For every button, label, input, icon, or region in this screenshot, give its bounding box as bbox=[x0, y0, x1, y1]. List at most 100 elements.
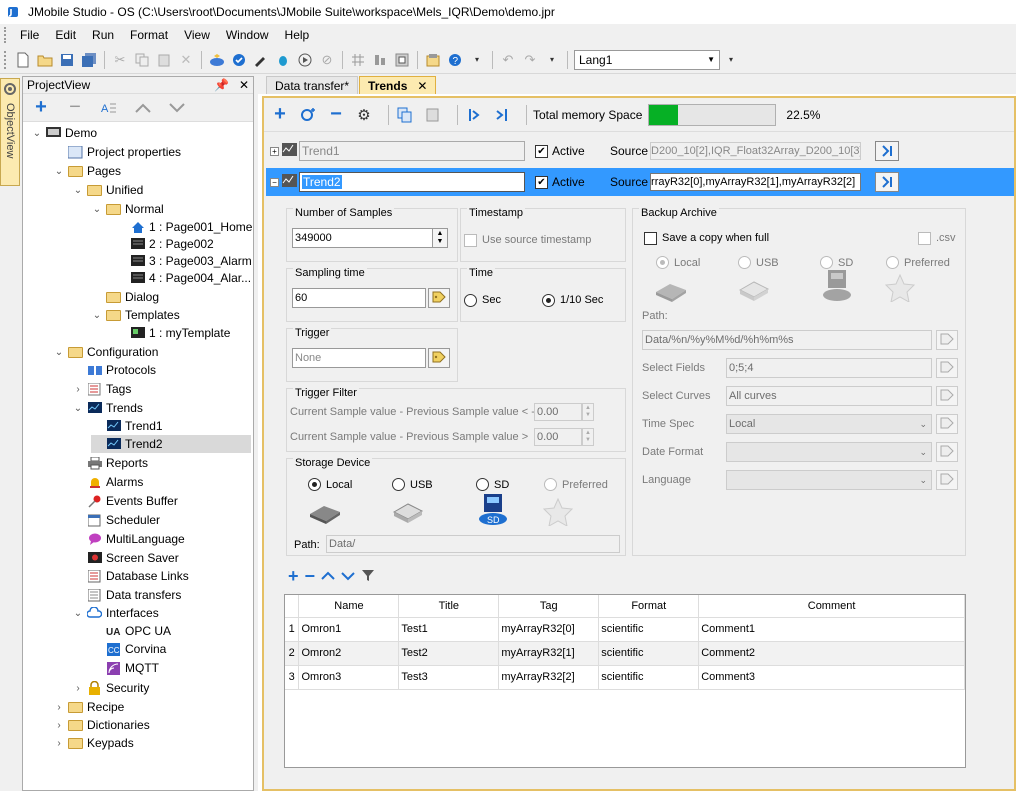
trigger-input[interactable]: None bbox=[292, 348, 426, 368]
move-curve-down-icon[interactable] bbox=[341, 570, 355, 584]
trend-row-trend1[interactable]: + Trend1 ✔ Active Source D200_10[2],IQR_… bbox=[270, 140, 1010, 162]
storage-sd-radio[interactable] bbox=[476, 478, 489, 491]
trend1-name-field[interactable]: Trend1 bbox=[299, 141, 525, 161]
build-icon[interactable] bbox=[208, 51, 226, 69]
tree-node-page001[interactable]: 1 : Page001_Home bbox=[115, 218, 252, 236]
time-spec-select[interactable]: Local ⌄ bbox=[726, 414, 932, 434]
help-icon[interactable]: ? bbox=[446, 51, 464, 69]
language-button[interactable] bbox=[936, 470, 958, 490]
collapse-icon[interactable]: − bbox=[270, 177, 279, 187]
save-all-icon[interactable] bbox=[80, 51, 98, 69]
column-header-title[interactable]: Title bbox=[398, 595, 500, 618]
column-header-name[interactable]: Name bbox=[298, 595, 400, 618]
tree-node-events-buffer[interactable]: Events Buffer bbox=[72, 492, 178, 510]
toolbar-overflow-icon[interactable]: ▾ bbox=[468, 51, 486, 69]
language-select[interactable]: Lang1 ▼ bbox=[574, 49, 720, 70]
remove-trend-icon[interactable]: − bbox=[326, 103, 346, 125]
import-icon[interactable] bbox=[464, 105, 484, 125]
add-icon[interactable]: + bbox=[31, 96, 51, 118]
tree-node-alarms[interactable]: Alarms bbox=[72, 473, 143, 491]
tree-node-reports[interactable]: Reports bbox=[72, 454, 148, 472]
close-tab-icon[interactable]: ✕ bbox=[417, 79, 427, 93]
tree-node-trends[interactable]: ⌄ Trends bbox=[72, 399, 143, 417]
tree-node-mytemplate[interactable]: 1 : myTemplate bbox=[115, 324, 230, 342]
use-source-timestamp-checkbox[interactable] bbox=[464, 234, 477, 247]
paste-icon[interactable] bbox=[155, 51, 173, 69]
tree-node-corvina[interactable]: CC Corvina bbox=[91, 640, 166, 658]
tree-node-demo[interactable]: ⌄ Demo bbox=[31, 124, 97, 142]
tree-node-screen-saver[interactable]: Screen Saver bbox=[72, 549, 179, 567]
trend2-source-field[interactable]: rrayR32[0],myArrayR32[1],myArrayR32[2] bbox=[650, 173, 862, 191]
delete-icon[interactable]: ✕ bbox=[177, 51, 195, 69]
tree-node-keypads[interactable]: › Keypads bbox=[53, 734, 133, 752]
table-row[interactable]: 3 Omron3 Test3 myArrayR32[2] scientific … bbox=[285, 665, 965, 690]
tree-node-security[interactable]: › Security bbox=[72, 679, 149, 697]
copy-icon[interactable] bbox=[133, 51, 151, 69]
tree-node-dictionaries[interactable]: › Dictionaries bbox=[53, 716, 149, 734]
tree-node-scheduler[interactable]: Scheduler bbox=[72, 511, 160, 529]
menu-run[interactable]: Run bbox=[84, 28, 122, 42]
move-up-icon[interactable] bbox=[133, 98, 153, 118]
tree-node-project-properties[interactable]: Project properties bbox=[53, 143, 181, 161]
samples-input[interactable]: 349000 bbox=[292, 228, 434, 248]
trend-row-trend2[interactable]: − Trend2 ✔ Active Source rrayR32[0],myAr… bbox=[266, 168, 1014, 196]
tree-node-unified[interactable]: ⌄ Unified bbox=[72, 181, 144, 199]
undo-icon[interactable]: ↶ bbox=[499, 51, 517, 69]
expand-icon[interactable]: + bbox=[270, 146, 279, 156]
paste-icon[interactable] bbox=[423, 105, 443, 125]
menu-edit[interactable]: Edit bbox=[47, 28, 84, 42]
new-file-icon[interactable] bbox=[14, 51, 32, 69]
storage-usb-radio[interactable] bbox=[392, 478, 405, 491]
tree-node-page003[interactable]: 3 : Page003_Alarm bbox=[115, 252, 252, 270]
settings-icon[interactable]: ⚙ bbox=[354, 105, 374, 125]
trend2-active-checkbox[interactable]: ✔ bbox=[535, 175, 548, 189]
tree-node-multilanguage[interactable]: MultiLanguage bbox=[72, 530, 185, 548]
tree-node-interfaces[interactable]: ⌄ Interfaces bbox=[72, 604, 159, 622]
select-fields-button[interactable] bbox=[936, 358, 958, 378]
tree-node-data-transfers[interactable]: Data transfers bbox=[72, 586, 181, 604]
table-row[interactable]: 2 Omron2 Test2 myArrayR32[1] scientific … bbox=[285, 641, 965, 666]
backup-preferred-radio[interactable] bbox=[886, 256, 899, 269]
cut-icon[interactable]: ✂ bbox=[111, 51, 129, 69]
add-curve-icon[interactable]: + bbox=[288, 566, 299, 587]
tree-node-protocols[interactable]: Protocols bbox=[72, 361, 156, 379]
menu-help[interactable]: Help bbox=[277, 28, 318, 42]
add-item-icon[interactable] bbox=[298, 105, 318, 125]
column-header-tag[interactable]: Tag bbox=[498, 595, 600, 618]
export-icon[interactable] bbox=[492, 105, 512, 125]
tab-trends[interactable]: Trends ✕ bbox=[359, 76, 437, 94]
rename-icon[interactable]: A bbox=[99, 98, 119, 118]
tree-node-pages[interactable]: ⌄ Pages bbox=[53, 162, 121, 180]
trend1-source-field[interactable]: D200_10[2],IQR_Float32Array_D200_10[3] bbox=[650, 142, 862, 160]
snap-icon[interactable] bbox=[393, 51, 411, 69]
close-panel-icon[interactable]: ✕ bbox=[239, 78, 249, 92]
select-curves-button[interactable] bbox=[936, 386, 958, 406]
language-select[interactable]: ⌄ bbox=[726, 470, 932, 490]
copy-icon[interactable] bbox=[395, 105, 415, 125]
redo-icon[interactable]: ↷ bbox=[521, 51, 539, 69]
date-format-button[interactable] bbox=[936, 442, 958, 462]
backup-usb-radio[interactable] bbox=[738, 256, 751, 269]
align-icon[interactable] bbox=[371, 51, 389, 69]
csv-checkbox[interactable] bbox=[918, 232, 931, 245]
tree-node-tags[interactable]: › Tags bbox=[72, 380, 131, 398]
properties-icon[interactable] bbox=[424, 51, 442, 69]
move-curve-up-icon[interactable] bbox=[321, 570, 335, 584]
tree-node-templates[interactable]: ⌄ Templates bbox=[91, 306, 180, 324]
stop-icon[interactable]: ⊘ bbox=[318, 51, 336, 69]
storage-path-input[interactable]: Data/ bbox=[326, 535, 620, 553]
tree-node-opc-ua[interactable]: UA OPC UA bbox=[91, 622, 171, 640]
add-trend-icon[interactable]: + bbox=[270, 103, 290, 125]
save-copy-checkbox[interactable] bbox=[644, 232, 657, 245]
tree-node-mqtt[interactable]: MQTT bbox=[91, 659, 159, 677]
filter-upper-input[interactable]: 0.00 bbox=[534, 428, 582, 446]
menu-view[interactable]: View bbox=[176, 28, 218, 42]
filter-lower-spinner[interactable]: ▲ ▼ bbox=[582, 403, 594, 421]
remove-curve-icon[interactable]: − bbox=[305, 566, 316, 587]
trigger-tag-button[interactable] bbox=[428, 348, 450, 368]
backup-path-tag-button[interactable] bbox=[936, 330, 958, 350]
filter-icon[interactable] bbox=[361, 568, 375, 585]
tab-data-transfer[interactable]: Data transfer* bbox=[266, 76, 359, 94]
save-icon[interactable] bbox=[58, 51, 76, 69]
tree-node-dialog[interactable]: Dialog bbox=[91, 288, 159, 306]
